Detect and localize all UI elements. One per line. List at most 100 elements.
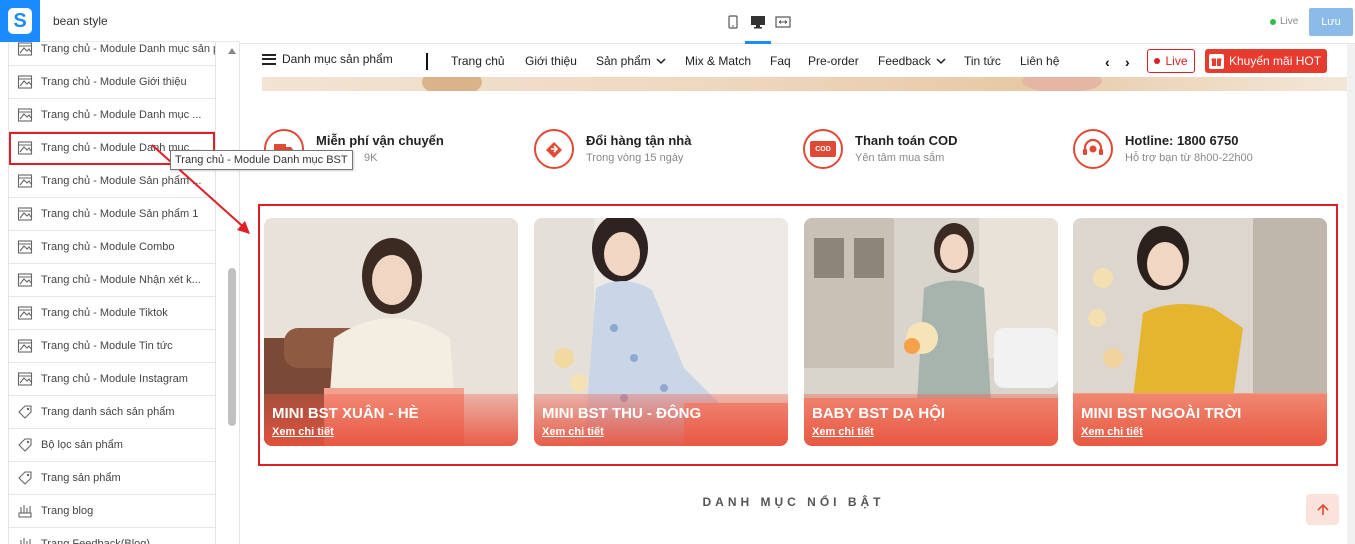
mobile-icon[interactable] bbox=[722, 12, 744, 32]
nav-link-mix-match[interactable]: Mix & Match bbox=[685, 54, 751, 68]
nav-link-label: Feedback bbox=[878, 54, 931, 68]
store-name[interactable]: bean style bbox=[53, 14, 108, 28]
collection-card[interactable]: MINI BST NGOÀI TRỜI Xem chi tiết bbox=[1073, 218, 1327, 446]
collection-link[interactable]: Xem chi tiết bbox=[542, 426, 604, 438]
sidebar-item[interactable]: Trang chủ - Module Sản phẩm 1 bbox=[9, 198, 215, 231]
nav-link-news[interactable]: Tin tức bbox=[964, 54, 1001, 68]
sidebar-item-label: Trang chủ - Module Combo bbox=[41, 241, 175, 253]
hamburger-icon bbox=[262, 53, 276, 65]
sidebar-item-label: Trang chủ - Module Nhận xét k... bbox=[41, 274, 201, 286]
nav-link-label: Giới thiệu bbox=[525, 54, 577, 68]
sidebar-item-label: Trang blog bbox=[41, 505, 94, 517]
sidebar-item[interactable]: Bộ lọc sản phẩm bbox=[9, 429, 215, 462]
sidebar-item[interactable]: Trang blog bbox=[9, 495, 215, 528]
sidebar-item-label: Trang chủ - Module Sản phẩm 1 bbox=[41, 208, 199, 220]
nav-next-arrow-icon[interactable]: › bbox=[1125, 54, 1130, 70]
sidebar-item[interactable]: Trang chủ - Module Nhận xét k... bbox=[9, 264, 215, 297]
collection-link[interactable]: Xem chi tiết bbox=[272, 426, 334, 438]
nav-link-preorder[interactable]: Pre-order bbox=[808, 54, 859, 68]
sidebar-item-label: Trang chủ - Module Tiktok bbox=[41, 307, 168, 319]
sidebar-item[interactable]: Trang chủ - Module Tiktok bbox=[9, 297, 215, 330]
live-button-label: Live bbox=[1165, 54, 1188, 68]
blog-icon bbox=[17, 536, 41, 544]
chevron-down-icon bbox=[656, 58, 666, 65]
editor-sidebar: S bean style Trang chủ - Module Danh mục… bbox=[0, 0, 240, 544]
editor-topbar: Live Lưu bbox=[240, 0, 1355, 44]
collection-link[interactable]: Xem chi tiết bbox=[1081, 426, 1143, 438]
app-logo[interactable]: S bbox=[0, 0, 40, 42]
nav-link-home[interactable]: Trang chủ bbox=[451, 54, 505, 68]
layout-icon bbox=[17, 305, 41, 321]
layout-icon bbox=[17, 107, 41, 123]
arrow-up-icon bbox=[1316, 503, 1329, 515]
collection-card[interactable]: BABY BST DẠ HỘI Xem chi tiết bbox=[804, 218, 1058, 446]
collection-card[interactable]: MINI BST XUÂN - HÈ Xem chi tiết bbox=[264, 218, 518, 446]
feature-hotline: Hotline: 1800 6750 Hỗ trợ bạn từ 8h00-22… bbox=[1073, 129, 1333, 169]
nav-link-label: Sản phẩm bbox=[596, 54, 651, 68]
gift-icon bbox=[1209, 53, 1224, 69]
nav-link-label: Pre-order bbox=[808, 54, 859, 68]
nav-link-products[interactable]: Sản phẩm bbox=[596, 54, 666, 68]
feature-title: Hotline: 1800 6750 bbox=[1125, 133, 1239, 148]
headset-icon bbox=[1073, 129, 1113, 169]
desktop-icon[interactable] bbox=[747, 12, 769, 32]
layout-icon bbox=[17, 74, 41, 90]
layout-icon bbox=[17, 173, 41, 189]
cod-icon-label: COD bbox=[810, 141, 836, 157]
nav-link-label: Trang chủ bbox=[451, 54, 505, 68]
nav-link-faq[interactable]: Faq bbox=[770, 54, 791, 68]
sidebar-item[interactable]: Trang chủ - Module Giới thiệu bbox=[9, 66, 215, 99]
tag-icon bbox=[17, 404, 41, 420]
sidebar-item-label: Trang sản phẩm bbox=[41, 472, 121, 484]
collection-link[interactable]: Xem chi tiết bbox=[812, 426, 874, 438]
feature-subtitle: Yên tâm mua sắm bbox=[855, 152, 945, 164]
promo-hot-button[interactable]: Khuyến mãi HOT bbox=[1205, 49, 1327, 73]
collection-card[interactable]: MINI BST THU - ĐÔNG Xem chi tiết bbox=[534, 218, 788, 446]
nav-link-contact[interactable]: Liên hệ bbox=[1020, 54, 1059, 68]
collection-title: MINI BST THU - ĐÔNG bbox=[542, 405, 702, 422]
sidebar-item-label: Trang chủ - Module Tin tức bbox=[41, 340, 173, 352]
feature-home-exchange: Đổi hàng tận nhà Trong vòng 15 ngày bbox=[534, 129, 774, 169]
collection-title: MINI BST XUÂN - HÈ bbox=[272, 405, 419, 422]
sidebar-item[interactable]: Trang danh sách sản phẩm bbox=[9, 396, 215, 429]
nav-link-about[interactable]: Giới thiệu bbox=[525, 54, 577, 68]
nav-link-label: Tin tức bbox=[964, 54, 1001, 68]
theme-editor: S bean style Trang chủ - Module Danh mục… bbox=[0, 0, 1355, 544]
fullscreen-icon[interactable] bbox=[772, 12, 794, 32]
live-status: Live bbox=[1270, 16, 1298, 27]
sidebar-item[interactable]: Trang chủ - Module Combo bbox=[9, 231, 215, 264]
sidebar-item[interactable]: Trang chủ - Module Danh mục ... bbox=[9, 99, 215, 132]
save-button[interactable]: Lưu bbox=[1309, 8, 1353, 36]
sidebar-item[interactable]: Trang Feedback(Blog) bbox=[9, 528, 215, 544]
collection-title: MINI BST NGOÀI TRỜI bbox=[1081, 405, 1242, 422]
promo-label: Khuyến mãi HOT bbox=[1229, 54, 1322, 68]
sidebar-item[interactable]: Trang sản phẩm bbox=[9, 462, 215, 495]
sidebar-item[interactable]: Trang chủ - Module Danh mục sản phẩm bbox=[9, 42, 215, 66]
section-heading: DANH MỤC NỔI BẬT bbox=[702, 495, 885, 509]
nav-prev-arrow-icon[interactable]: ‹ bbox=[1105, 54, 1110, 70]
layout-icon bbox=[17, 371, 41, 387]
sidebar-item-label: Trang chủ - Module Instagram bbox=[41, 373, 188, 385]
live-button[interactable]: Live bbox=[1147, 49, 1195, 73]
live-dot-icon bbox=[1154, 58, 1161, 64]
sidebar-tooltip: Trang chủ - Module Danh mục BST bbox=[170, 150, 353, 170]
scroll-up-arrow-icon[interactable] bbox=[228, 48, 236, 54]
layout-icon bbox=[17, 140, 41, 156]
sidebar-item-label: Trang chủ - Module Giới thiệu bbox=[41, 76, 187, 88]
nav-link-feedback[interactable]: Feedback bbox=[878, 54, 946, 68]
exchange-icon bbox=[534, 129, 574, 169]
sidebar-scrollbar[interactable] bbox=[227, 42, 237, 544]
back-to-top-button[interactable] bbox=[1306, 494, 1339, 525]
tag-icon bbox=[17, 437, 41, 453]
nav-divider bbox=[426, 53, 428, 70]
layout-icon bbox=[17, 338, 41, 354]
logo-letter: S bbox=[8, 8, 32, 34]
category-menu[interactable]: Danh mục sản phẩm bbox=[262, 52, 393, 66]
category-menu-label: Danh mục sản phẩm bbox=[282, 52, 393, 66]
sidebar-item[interactable]: Trang chủ - Module Instagram bbox=[9, 363, 215, 396]
sidebar-item-label: Trang chủ - Module Danh mục ... bbox=[41, 109, 202, 121]
sidebar-item[interactable]: Trang chủ - Module Tin tức bbox=[9, 330, 215, 363]
layout-icon bbox=[17, 206, 41, 222]
preview-scrollbar[interactable] bbox=[1347, 44, 1355, 544]
scroll-thumb[interactable] bbox=[228, 268, 236, 426]
